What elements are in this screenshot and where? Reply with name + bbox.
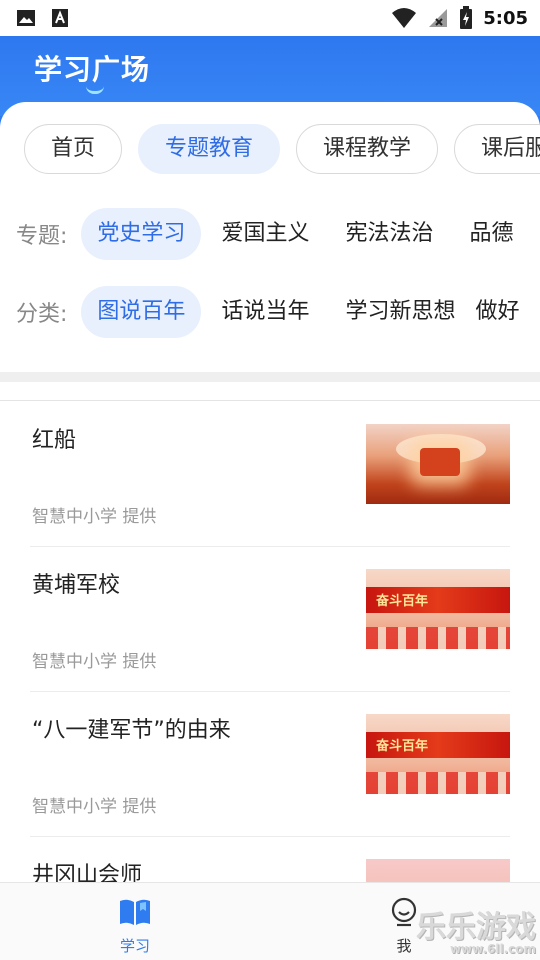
item-title: 黄埔军校 [32, 573, 121, 598]
topic-chip-morality[interactable]: 品德 [453, 208, 529, 260]
gallery-icon [17, 10, 35, 26]
list-item[interactable]: 黄埔军校 智慧中小学 提供 奋斗百年 [30, 547, 510, 692]
item-thumbnail [366, 424, 510, 504]
signal-icon [429, 9, 448, 27]
item-thumbnail [366, 859, 510, 882]
site-watermark: 乐乐游戏 www.6ll.com [416, 902, 536, 956]
topic-filter-label: 专题: [16, 224, 68, 249]
item-source: 智慧中小学 提供 [32, 797, 157, 817]
bottom-tab-study[interactable]: 学习 [95, 897, 175, 956]
list-item[interactable]: “八一建军节”的由来 智慧中小学 提供 奋斗百年 [30, 692, 510, 837]
category-chip-past-stories[interactable]: 话说当年 [205, 286, 325, 338]
content-sheet: 首页 专题教育 课程教学 课后服务 专题: 党史学习 爱国主义 宪法法治 品德 … [0, 102, 540, 882]
bottom-tab-study-label: 学习 [119, 937, 150, 955]
category-chip-century-pictures[interactable]: 图说百年 [81, 286, 202, 338]
tab-after-school[interactable]: 课后服务 [454, 124, 540, 174]
font-app-icon [52, 9, 68, 27]
tab-special-education[interactable]: 专题教育 [138, 124, 281, 174]
status-bar: 5:05 [0, 0, 540, 36]
watermark-text: 乐乐游戏 [416, 910, 536, 945]
category-chip-new-thought[interactable]: 学习新思想 [329, 286, 471, 338]
topic-chip-constitution[interactable]: 宪法法治 [329, 208, 449, 260]
item-thumbnail: 奋斗百年 [366, 714, 510, 794]
list-item[interactable]: 红船 智慧中小学 提供 [30, 402, 510, 547]
tab-home[interactable]: 首页 [24, 124, 123, 174]
thumbnail-banner-text: 奋斗百年 [376, 739, 429, 754]
list-item[interactable]: 井冈山会师 [30, 837, 510, 882]
item-source: 智慧中小学 提供 [32, 652, 157, 672]
user-icon [391, 897, 417, 927]
category-chip-do-well[interactable]: 做好 [475, 286, 535, 338]
section-divider [0, 372, 540, 382]
item-title: 井冈山会师 [32, 863, 143, 882]
tab-course-teaching[interactable]: 课程教学 [296, 124, 439, 174]
status-time: 5:05 [483, 7, 528, 29]
thumbnail-banner-text: 奋斗百年 [376, 594, 429, 609]
page-title: 学习广场 [34, 53, 151, 86]
category-filter-label: 分类: [16, 302, 68, 327]
item-thumbnail: 奋斗百年 [366, 569, 510, 649]
title-smile-decoration [86, 86, 104, 94]
item-title: 红船 [32, 428, 77, 453]
item-source: 智慧中小学 提供 [32, 507, 157, 527]
topic-chip-party-history[interactable]: 党史学习 [81, 208, 202, 260]
list-top-divider [0, 400, 540, 401]
book-icon [120, 899, 150, 925]
category-filter-row: 分类: 图说百年 话说当年 学习新思想 做好 [16, 286, 539, 338]
battery-charging-icon [460, 6, 473, 29]
category-tabs: 首页 专题教育 课程教学 课后服务 [24, 124, 540, 174]
topic-filter-row: 专题: 党史学习 爱国主义 宪法法治 品德 [16, 208, 533, 260]
item-title: “八一建军节”的由来 [32, 718, 231, 743]
topic-chip-patriotism[interactable]: 爱国主义 [205, 208, 325, 260]
wifi-icon [392, 8, 417, 28]
content-list: 红船 智慧中小学 提供 黄埔军校 智慧中小学 提供 奋斗百年 “八一建军节”的由… [0, 402, 540, 882]
